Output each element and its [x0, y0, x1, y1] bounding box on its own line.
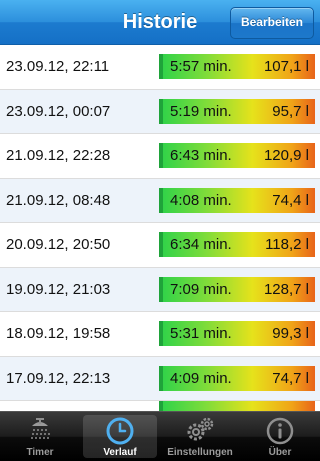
- tab-timer-label: Timer: [26, 447, 54, 458]
- history-row[interactable]: 17.09.12, 22:13 4:09 min. 74,7 l: [0, 356, 320, 401]
- shower-duration: 5:19 min.: [170, 102, 232, 120]
- shower-duration: 5:57 min.: [170, 58, 232, 75]
- water-volume: 107,1 l: [263, 58, 309, 75]
- tab-einstellungen[interactable]: Einstellungen: [160, 412, 240, 461]
- history-date: 18.09.12, 19:58: [6, 325, 111, 342]
- usage-gauge: 4:09 min. 74,7 l: [159, 365, 315, 391]
- history-row[interactable]: 21.09.12, 22:28 6:43 min. 120,9 l: [0, 134, 320, 179]
- history-row[interactable]: 19.09.12, 21:03 7:09 min. 128,7 l: [0, 267, 320, 312]
- gears-icon: [187, 417, 214, 441]
- water-volume: 74,7 l: [272, 369, 309, 387]
- usage-gauge: 7:09 min. 128,7 l: [159, 276, 315, 302]
- history-date: 17.09.12, 22:13: [6, 369, 111, 387]
- history-row[interactable]: 18.09.12, 19:58 5:31 min. 99,3 l: [0, 312, 320, 357]
- usage-gauge: 5:19 min. 95,7 l: [159, 98, 315, 124]
- tab-bar: Timer Verlauf Einstellungen Über: [0, 411, 320, 461]
- history-row[interactable]: 20.09.12, 20:50 6:34 min. 118,2 l: [0, 223, 320, 268]
- usage-gauge: 5:31 min. 99,3 l: [159, 321, 315, 346]
- water-volume: 128,7 l: [263, 280, 309, 298]
- tab-ueber-label: Über: [268, 447, 292, 458]
- history-row[interactable]: 23.09.12, 22:11 5:57 min. 107,1 l: [0, 45, 320, 90]
- tab-timer[interactable]: Timer: [0, 412, 80, 461]
- water-volume: 120,9 l: [263, 147, 309, 164]
- tab-ueber[interactable]: Über: [240, 412, 320, 461]
- history-row[interactable]: 23.09.12, 00:07 5:19 min. 95,7 l: [0, 89, 320, 134]
- usage-gauge: [159, 401, 315, 411]
- usage-gauge: 5:57 min. 107,1 l: [159, 54, 315, 79]
- water-volume: 95,7 l: [272, 102, 309, 120]
- shower-duration: 6:34 min.: [170, 236, 232, 253]
- clock-icon: [106, 417, 134, 445]
- shower-duration: 5:31 min.: [170, 325, 232, 342]
- edit-button[interactable]: Bearbeiten: [229, 7, 314, 39]
- tab-einstellungen-label: Einstellungen: [167, 447, 233, 458]
- history-date: 20.09.12, 20:50: [6, 236, 111, 253]
- shower-icon: [31, 418, 50, 439]
- info-icon: [266, 417, 294, 445]
- shower-duration: 7:09 min.: [170, 280, 232, 298]
- history-row[interactable]: 21.09.12, 08:48 4:08 min. 74,4 l: [0, 178, 320, 223]
- shower-duration: 6:43 min.: [170, 147, 232, 164]
- water-volume: 74,4 l: [272, 191, 309, 209]
- history-row[interactable]: [0, 401, 320, 411]
- history-date: 21.09.12, 08:48: [6, 191, 111, 209]
- navigation-bar: Historie Bearbeiten: [0, 0, 320, 45]
- history-date: 23.09.12, 22:11: [6, 58, 110, 75]
- history-list[interactable]: 23.09.12, 22:11 5:57 min. 107,1 l 23.09.12,…: [0, 45, 320, 411]
- shower-duration: 4:09 min.: [170, 369, 232, 387]
- history-date: 21.09.12, 22:28: [6, 147, 111, 164]
- water-volume: 99,3 l: [272, 325, 309, 342]
- usage-gauge: 6:34 min. 118,2 l: [159, 232, 315, 257]
- history-date: 23.09.12, 00:07: [6, 102, 111, 120]
- tab-verlauf[interactable]: Verlauf: [80, 412, 160, 461]
- history-date: 19.09.12, 21:03: [6, 280, 111, 298]
- water-volume: 118,2 l: [265, 236, 309, 253]
- tab-verlauf-label: Verlauf: [103, 447, 137, 458]
- usage-gauge: 4:08 min. 74,4 l: [159, 187, 315, 213]
- shower-duration: 4:08 min.: [170, 191, 232, 209]
- usage-gauge: 6:43 min. 120,9 l: [159, 143, 315, 168]
